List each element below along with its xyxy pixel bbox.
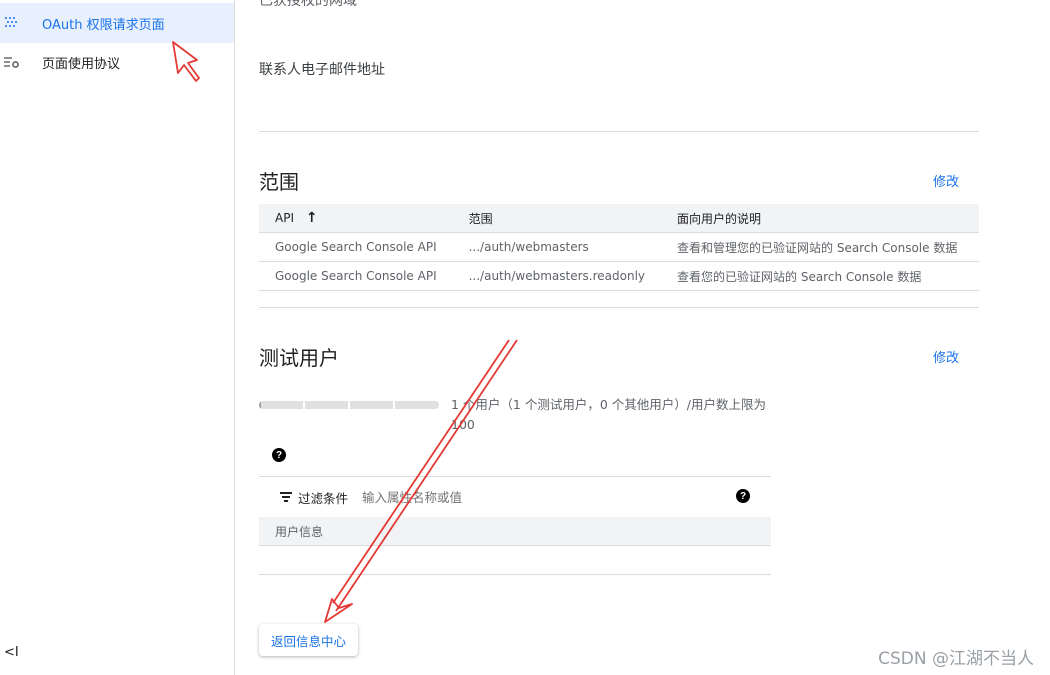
sidebar-item-label: 页面使用协议 — [42, 56, 121, 72]
table-row: Google Search Console API .../auth/webma… — [259, 232, 979, 262]
user-cap-text: 1 个用户（1 个测试用户，0 个其他用户）/用户数上限为 100 — [451, 397, 766, 432]
description-cell: 查看您的已验证网站的 Search Console 数据 — [661, 261, 979, 291]
sidebar-item-terms[interactable]: 页面使用协议 — [0, 42, 234, 82]
watermark: CSDN @江湖不当人 — [878, 649, 1034, 669]
progress-fill — [259, 401, 261, 409]
column-header-scope: 范围 — [452, 204, 662, 233]
filter-label: 过滤条件 — [298, 490, 349, 506]
scopes-table: API ↑ 范围 面向用户的说明 Google Search Console A… — [259, 204, 979, 291]
authorized-domains-label: 已获授权的网域 — [259, 0, 357, 9]
table-row: Google Search Console API .../auth/webma… — [259, 261, 979, 291]
filter-input[interactable] — [360, 488, 665, 506]
help-icon[interactable]: ? — [736, 489, 750, 503]
collapse-sidebar-icon[interactable]: <I — [4, 645, 19, 660]
sort-ascending-icon[interactable]: ↑ — [306, 210, 318, 226]
contact-email-label: 联系人电子邮件地址 — [259, 62, 385, 78]
back-to-dashboard-button[interactable]: 返回信息中心 — [259, 624, 359, 656]
column-header-user-info[interactable]: 用户信息 — [259, 517, 771, 546]
scopes-title: 范围 — [259, 170, 299, 194]
column-header-description: 面向用户的说明 — [661, 204, 979, 233]
filter-icon[interactable] — [280, 492, 292, 502]
sidebar-item-oauth-consent[interactable]: OAuth 权限请求页面 — [0, 3, 234, 43]
divider — [259, 131, 979, 132]
edit-test-users-link[interactable]: 修改 — [933, 347, 959, 366]
scope-cell: .../auth/webmasters — [452, 232, 662, 262]
test-users-title: 测试用户 — [259, 346, 339, 370]
sidebar-item-label: OAuth 权限请求页面 — [42, 17, 165, 33]
user-cap-progress-bar — [259, 401, 439, 409]
scope-cell: .../auth/webmasters.readonly — [452, 261, 662, 291]
sidebar: OAuth 权限请求页面 页面使用协议 <I — [0, 0, 235, 675]
edit-scopes-link[interactable]: 修改 — [933, 171, 959, 190]
help-icon[interactable]: ? — [272, 448, 286, 462]
filter-bar: 过滤条件 ? — [259, 476, 771, 518]
api-cell: Google Search Console API — [259, 232, 453, 262]
divider — [259, 307, 979, 308]
column-header-api[interactable]: API ↑ — [259, 204, 453, 233]
list-settings-icon — [0, 55, 42, 69]
api-cell: Google Search Console API — [259, 261, 453, 291]
description-cell: 查看和管理您的已验证网站的 Search Console 数据 — [661, 232, 979, 262]
dots-grid-icon — [0, 16, 42, 30]
table-header-row: API ↑ 范围 面向用户的说明 — [259, 204, 979, 233]
divider — [259, 574, 771, 575]
